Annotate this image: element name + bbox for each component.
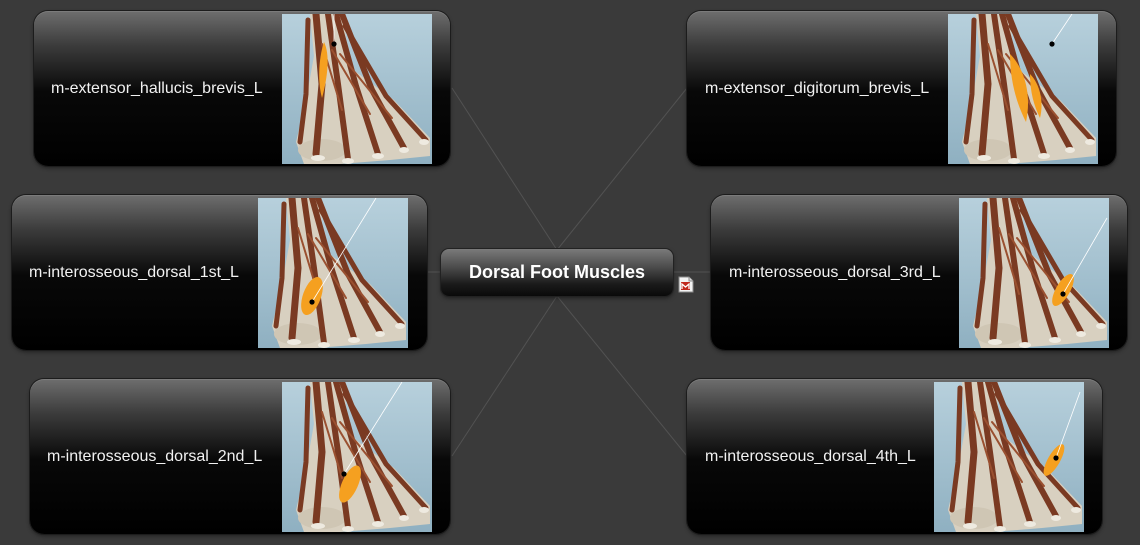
topic-label: m-interosseous_dorsal_3rd_L — [729, 263, 941, 281]
foot-image — [282, 14, 432, 164]
topic-node-extensor-hallucis-brevis[interactable]: m-extensor_hallucis_brevis_L — [34, 11, 450, 166]
document-attachment-icon[interactable] — [678, 276, 694, 293]
topic-node-interosseous-dorsal-2nd[interactable]: m-interosseous_dorsal_2nd_L — [30, 379, 450, 534]
topic-label: m-interosseous_dorsal_1st_L — [29, 263, 239, 281]
foot-image — [258, 198, 408, 348]
topic-label: m-extensor_hallucis_brevis_L — [51, 79, 263, 97]
topic-label: m-interosseous_dorsal_2nd_L — [47, 447, 263, 465]
topic-label: m-interosseous_dorsal_4th_L — [705, 447, 916, 465]
topic-node-interosseous-dorsal-1st[interactable]: m-interosseous_dorsal_1st_L — [12, 195, 427, 350]
connector-id4 — [556, 295, 688, 457]
foot-image — [959, 198, 1109, 348]
foot-image — [934, 382, 1084, 532]
foot-image — [282, 382, 432, 532]
connector-id2 — [451, 295, 558, 457]
foot-image — [948, 14, 1098, 164]
topic-label: m-extensor_digitorum_brevis_L — [705, 79, 930, 97]
topic-node-extensor-digitorum-brevis[interactable]: m-extensor_digitorum_brevis_L — [687, 11, 1116, 166]
central-topic[interactable]: Dorsal Foot Muscles — [441, 249, 673, 296]
connector-edb — [556, 87, 688, 251]
topic-node-interosseous-dorsal-3rd[interactable]: m-interosseous_dorsal_3rd_L — [711, 195, 1127, 350]
topic-node-interosseous-dorsal-4th[interactable]: m-interosseous_dorsal_4th_L — [687, 379, 1102, 534]
connector-ehb — [451, 87, 558, 251]
